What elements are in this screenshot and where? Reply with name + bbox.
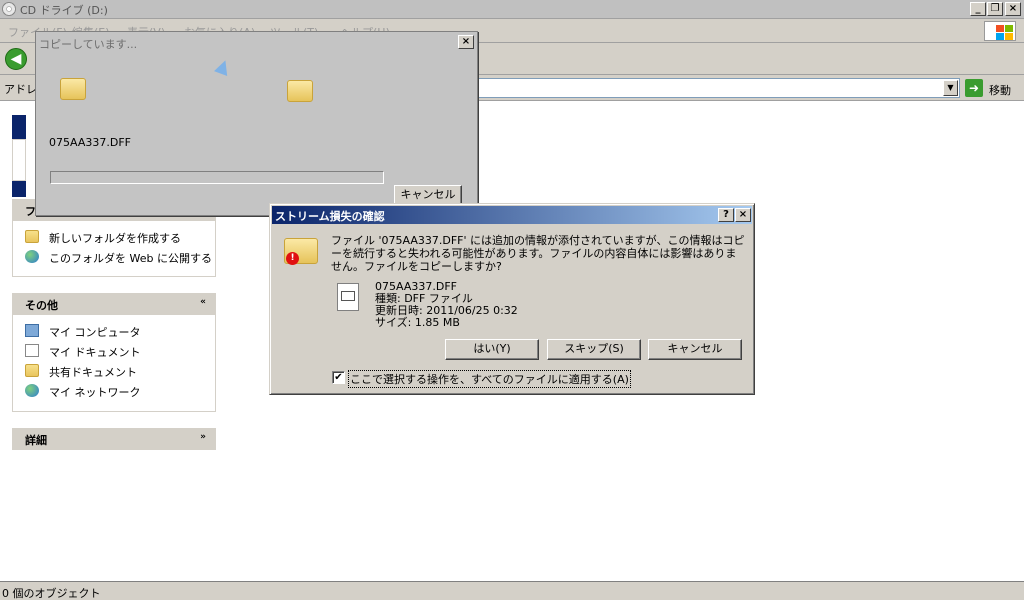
place-my-computer-label: マイ コンピュータ — [49, 326, 141, 339]
stream-dialog-message: ファイル '075AA337.DFF' には追加の情報が添付されていますが、この… — [331, 234, 745, 273]
help-button[interactable]: ? — [718, 208, 734, 222]
go-arrow-icon: ➜ — [965, 79, 983, 97]
window-title: CD ドライブ (D:) — [20, 4, 108, 17]
copy-dialog-title: コピーしています... — [39, 38, 138, 51]
back-button[interactable]: ◀ — [5, 48, 27, 70]
expand-icon: » — [200, 432, 206, 442]
windows-logo-icon — [984, 21, 1016, 41]
drive-info-panel — [12, 139, 26, 181]
other-places-title: その他 — [25, 299, 58, 312]
details-title: 詳細 — [25, 434, 47, 447]
apply-all-checkbox[interactable]: ✔ — [332, 371, 345, 384]
file-folder-tasks-panel: 新しいフォルダを作成する このフォルダを Web に公開する — [12, 221, 216, 277]
file-info-size: サイズ: 1.85 MB — [375, 316, 460, 329]
file-image-icon — [341, 291, 355, 301]
stream-dialog-titlebar: ストリーム損失の確認 ? × — [272, 206, 752, 224]
task-publish-web-label: このフォルダを Web に公開する — [49, 252, 212, 265]
collapse-icon: « — [200, 297, 206, 307]
copy-dialog-titlebar: コピーしています... × — [36, 32, 477, 52]
minimize-button[interactable]: _ — [970, 2, 986, 16]
place-shared-documents-label: 共有ドキュメント — [49, 366, 137, 379]
window-titlebar: CD ドライブ (D:) _ ❐ × — [0, 0, 1024, 19]
dff-file-icon — [337, 283, 359, 311]
place-my-network-label: マイ ネットワーク — [49, 386, 141, 399]
go-button[interactable]: ➜ 移動 — [965, 79, 1021, 98]
network-icon — [25, 384, 39, 397]
status-text: 0 個のオブジェクト — [2, 587, 101, 600]
source-folder-icon — [60, 78, 86, 100]
address-input[interactable] — [472, 78, 960, 98]
copy-progress-bar — [50, 171, 384, 184]
copy-progress-dialog: コピーしています... × 075AA337.DFF キャンセル — [35, 31, 478, 216]
stream-dialog-title: ストリーム損失の確認 — [275, 210, 385, 223]
cancel-button[interactable]: キャンセル — [648, 339, 742, 360]
other-places-header[interactable]: その他 « — [12, 293, 216, 315]
flying-paper-icon — [214, 58, 232, 76]
status-bar: 0 個のオブジェクト — [0, 581, 1024, 600]
close-window-button[interactable]: × — [1005, 2, 1021, 16]
task-new-folder-label: 新しいフォルダを作成する — [49, 232, 181, 245]
place-my-documents-label: マイ ドキュメント — [49, 346, 141, 359]
new-folder-icon — [25, 230, 39, 243]
details-header[interactable]: 詳細 » — [12, 428, 216, 450]
documents-icon — [25, 344, 39, 357]
error-icon: ! — [286, 252, 299, 265]
other-places-panel: マイ コンピュータ マイ ドキュメント 共有ドキュメント マイ ネットワーク — [12, 315, 216, 412]
folder-warning-icon: ! — [284, 234, 320, 266]
address-dropdown-button[interactable]: ▼ — [943, 80, 958, 96]
skip-button[interactable]: スキップ(S) — [547, 339, 641, 360]
restore-button[interactable]: ❐ — [987, 2, 1003, 16]
cd-drive-icon — [2, 2, 16, 16]
file-info: 075AA337.DFF 種類: DFF ファイル 更新日時: 2011/06/… — [375, 281, 518, 329]
stream-loss-dialog: ストリーム損失の確認 ? × ! ファイル '075AA337.DFF' には追… — [269, 203, 755, 395]
copy-file-name: 075AA337.DFF — [49, 136, 131, 149]
yes-button[interactable]: はい(Y) — [445, 339, 539, 360]
stream-dialog-close-button[interactable]: × — [735, 208, 751, 222]
apply-all-label[interactable]: ここで選択する操作を、すべてのファイルに適用する(A) — [348, 370, 631, 388]
copy-dialog-close-button[interactable]: × — [458, 35, 474, 49]
computer-icon — [25, 324, 39, 337]
go-label: 移動 — [989, 84, 1011, 97]
shared-folder-icon — [25, 364, 39, 377]
globe-icon — [25, 250, 39, 263]
destination-folder-icon — [287, 80, 313, 102]
